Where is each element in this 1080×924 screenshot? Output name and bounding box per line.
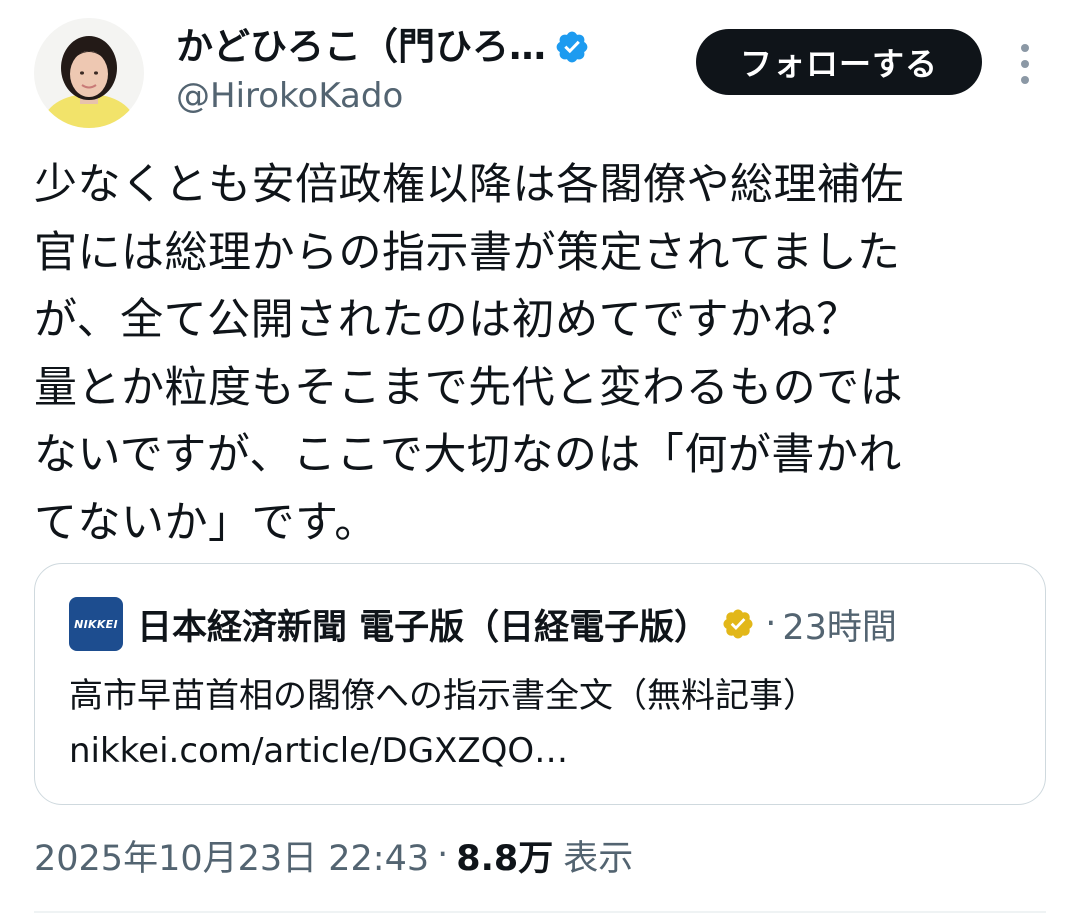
avatar-image — [34, 18, 144, 128]
author-display-name[interactable]: かどひろこ（門ひろ… — [176, 22, 546, 72]
follow-button[interactable]: フォローする — [696, 29, 982, 95]
card-url[interactable]: nikkei.com/article/DGXZQO… — [69, 726, 568, 776]
tweet-timestamp[interactable]: 2025年10月23日 22:43 — [34, 830, 429, 881]
gold-verified-badge-icon[interactable] — [721, 607, 755, 641]
more-dot — [1021, 76, 1029, 84]
card-source-row: NIKKEI 日本経済新聞 電子版（日経電子版） · 23時間 — [69, 596, 897, 652]
author-name-row[interactable]: かどひろこ（門ひろ… — [176, 22, 590, 72]
views-label: 表示 — [563, 838, 634, 879]
link-preview-card[interactable]: NIKKEI 日本経済新聞 電子版（日経電子版） · 23時間 高市早苗首相の閣… — [34, 563, 1046, 805]
card-time-ago[interactable]: 23時間 — [782, 599, 897, 650]
bottom-divider — [34, 911, 1046, 913]
author-avatar[interactable] — [34, 18, 144, 128]
tweet-text: 少なくとも安倍政権以降は各閣僚や総理補佐 官には総理からの指示書が策定されてまし… — [34, 160, 904, 548]
meta-separator: · — [437, 835, 449, 875]
verified-badge-icon[interactable] — [554, 29, 590, 65]
more-dot — [1021, 60, 1029, 68]
card-headline[interactable]: 高市早苗首相の閣僚への指示書全文（無料記事） — [69, 671, 817, 721]
more-options-icon[interactable] — [1008, 42, 1042, 86]
nikkei-logo: NIKKEI — [69, 597, 123, 651]
author-handle[interactable]: @HirokoKado — [176, 74, 403, 118]
views-count: 8.8万 — [456, 838, 554, 879]
card-separator: · — [765, 604, 777, 644]
more-dot — [1021, 44, 1029, 52]
card-source-name[interactable]: 日本経済新聞 電子版（日経電子版） — [137, 599, 709, 650]
tweet-meta-row: 2025年10月23日 22:43 · 8.8万 表示 — [34, 830, 633, 880]
